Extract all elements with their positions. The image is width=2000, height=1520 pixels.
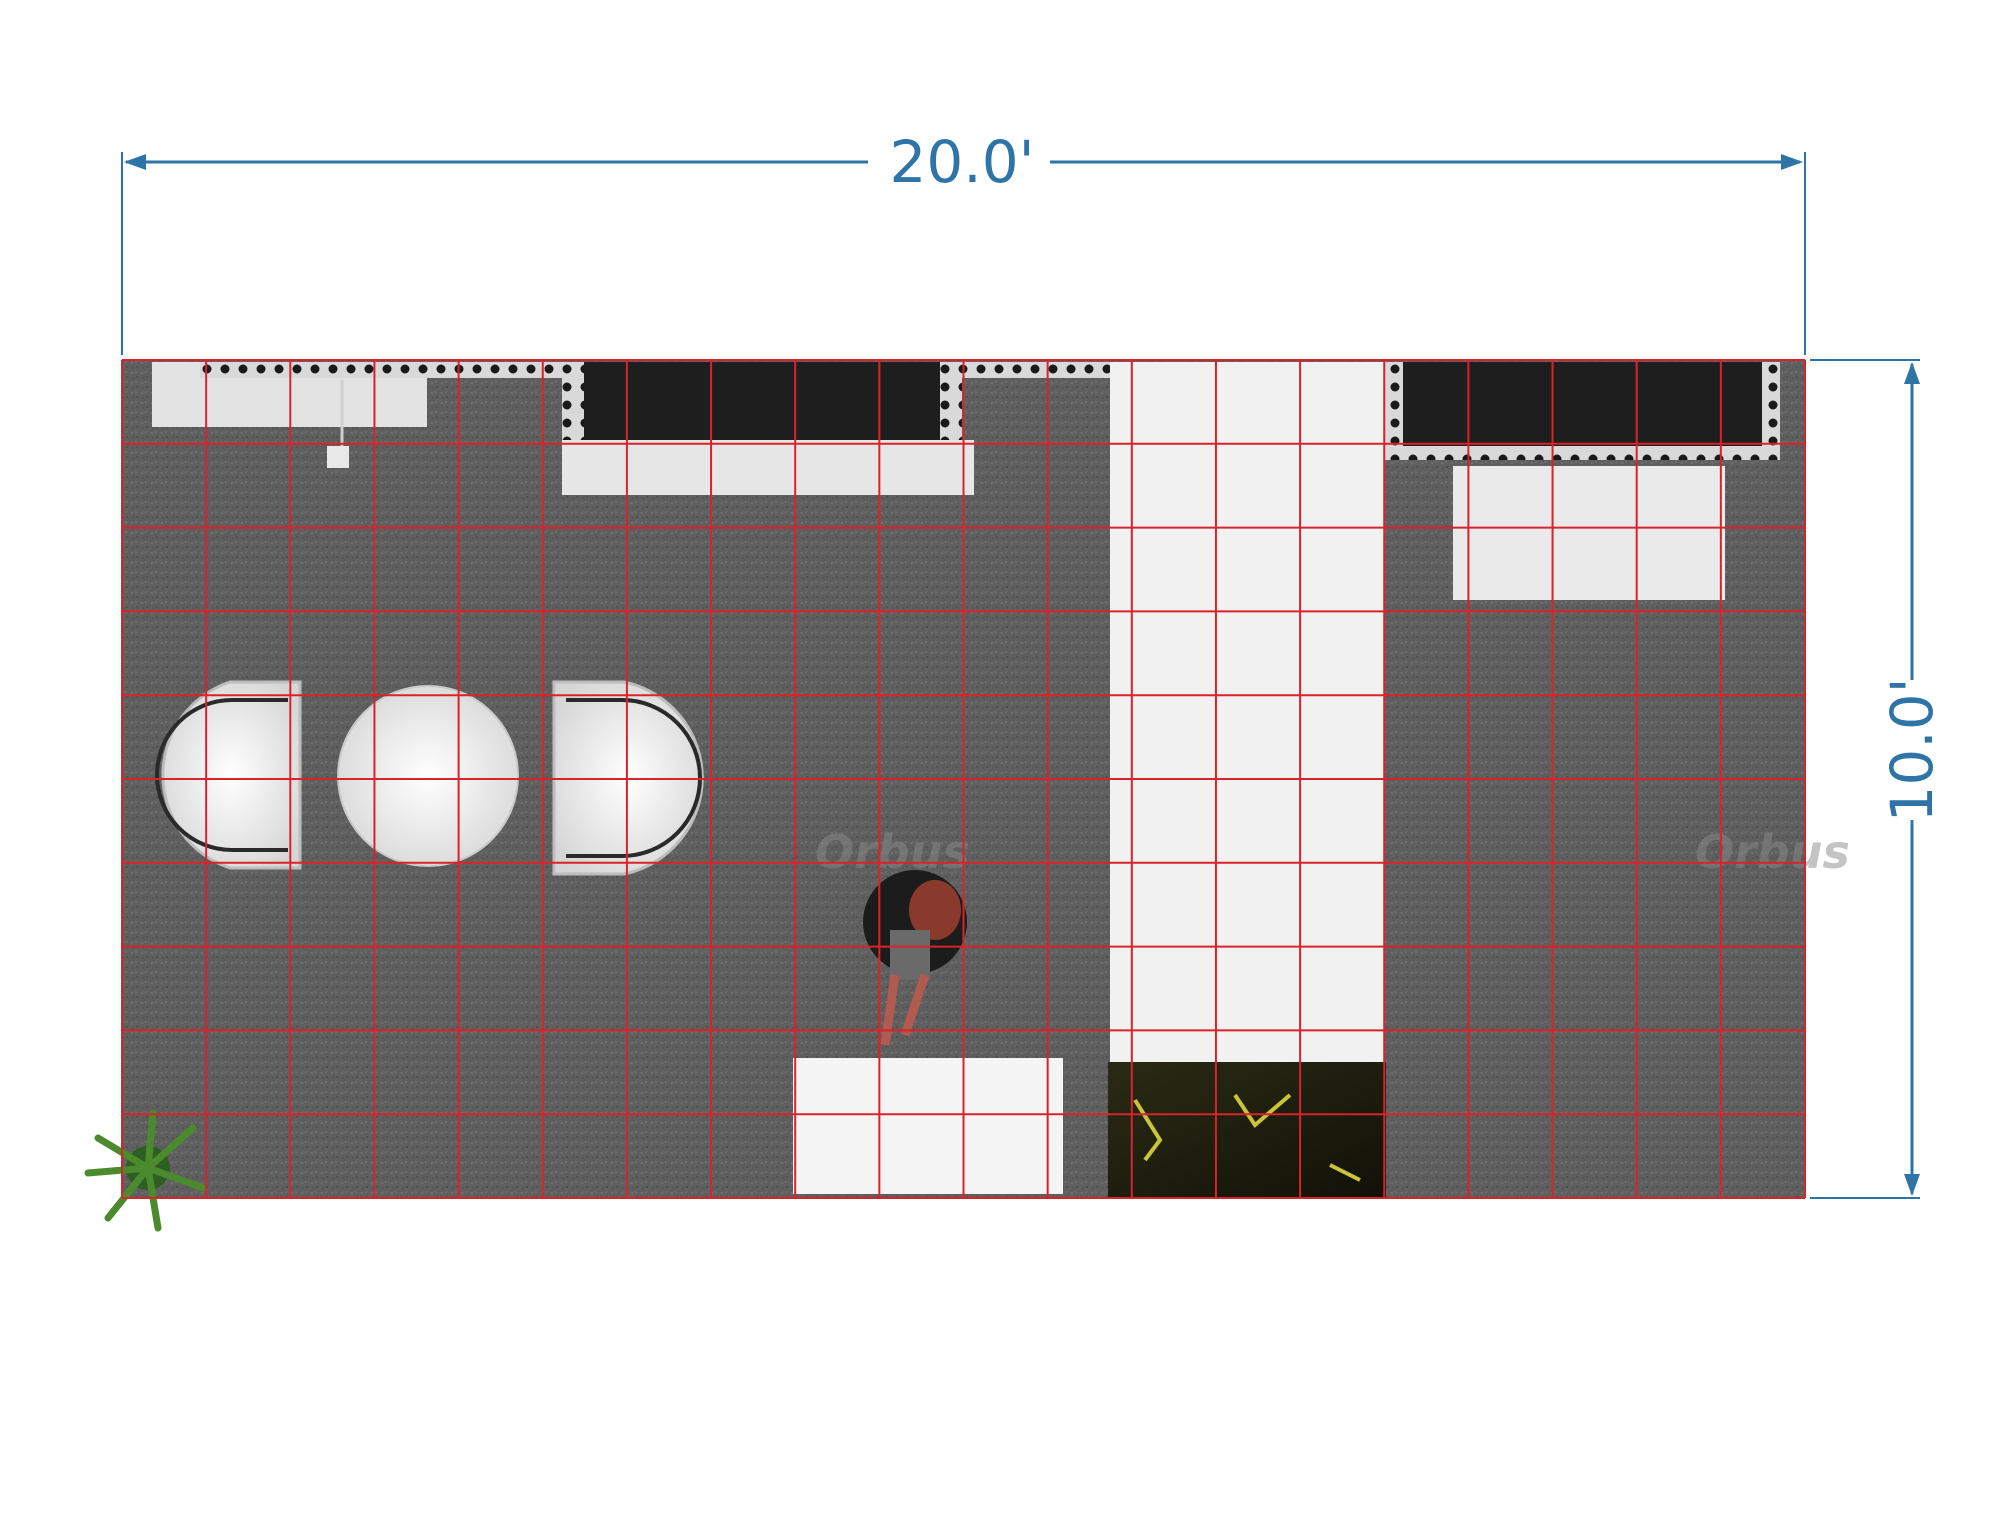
front-counter xyxy=(793,1058,1063,1194)
width-label: 20.0' xyxy=(889,128,1034,196)
booth-floor-plan: Orbus Orbus 20.0' 10.0' xyxy=(84,128,1946,1232)
width-dimension: 20.0' xyxy=(121,128,1806,355)
grid-overlay xyxy=(121,359,1806,1199)
depth-dimension: 10.0' xyxy=(1810,359,1946,1199)
watermark: Orbus xyxy=(1695,825,1850,879)
round-coffee-table xyxy=(337,685,519,867)
watermark: Orbus xyxy=(815,825,970,879)
depth-label: 10.0' xyxy=(1878,677,1946,822)
back-wall-left xyxy=(562,362,974,495)
